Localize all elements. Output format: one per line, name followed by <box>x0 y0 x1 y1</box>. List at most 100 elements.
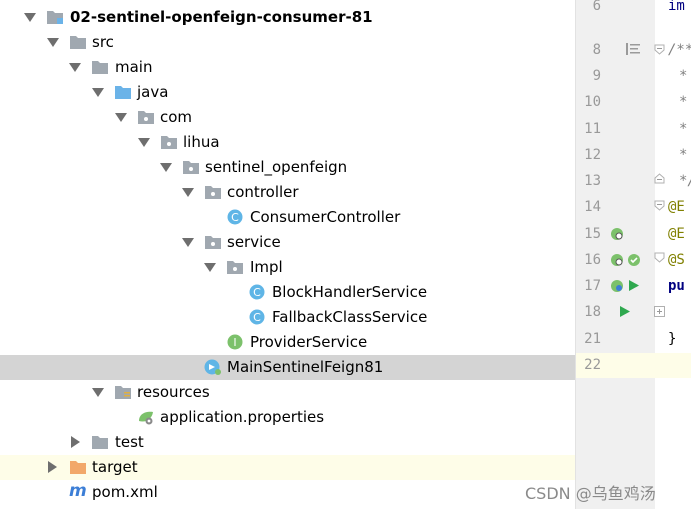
source-folder-icon <box>115 86 131 99</box>
fold-icon[interactable] <box>654 173 665 184</box>
tree-item-fallback-class-service[interactable]: C FallbackClassService <box>0 305 575 330</box>
chevron-down-icon[interactable] <box>160 163 172 172</box>
svg-text:C: C <box>253 311 261 324</box>
watermark: CSDN @乌鱼鸡汤 <box>525 484 656 503</box>
code-line: * <box>679 147 688 163</box>
chevron-down-icon[interactable] <box>92 88 104 97</box>
tree-item-target[interactable]: target <box>0 455 575 480</box>
line-number: 6 <box>592 0 601 14</box>
package-icon <box>227 261 243 274</box>
code-line: @S <box>668 252 685 268</box>
chevron-down-icon[interactable] <box>24 13 36 22</box>
chevron-down-icon[interactable] <box>182 188 194 197</box>
fold-icon[interactable] <box>654 200 665 211</box>
tree-item-label: service <box>227 233 281 251</box>
tree-item-provider-service[interactable]: I ProviderService <box>0 330 575 355</box>
svg-text:I: I <box>233 336 236 349</box>
chevron-down-icon[interactable] <box>69 63 81 72</box>
chevron-down-icon[interactable] <box>115 113 127 122</box>
tree-item-label: com <box>160 108 193 126</box>
code-line: pu <box>668 278 685 294</box>
tree-item-project-root[interactable]: 02-sentinel-openfeign-consumer-81 <box>0 5 575 30</box>
package-icon <box>138 111 154 124</box>
tree-item-com[interactable]: com <box>0 105 575 130</box>
code-line: * <box>679 121 688 137</box>
class-icon: C <box>249 284 265 300</box>
line-number: 9 <box>592 68 601 84</box>
tree-item-src[interactable]: src <box>0 30 575 55</box>
chevron-down-icon[interactable] <box>204 263 216 272</box>
tree-item-label: src <box>92 33 114 51</box>
tree-item-application-properties[interactable]: application.properties <box>0 405 575 430</box>
tree-item-label: Impl <box>250 258 283 276</box>
doc-comment-toggle-icon[interactable] <box>626 43 640 55</box>
spring-bean-icon[interactable] <box>609 278 625 294</box>
spring-boot-class-icon <box>204 359 221 375</box>
tree-item-label: 02-sentinel-openfeign-consumer-81 <box>70 8 373 26</box>
line-number: 8 <box>592 42 601 58</box>
maven-icon: m <box>69 481 87 501</box>
line-number: 15 <box>584 226 601 242</box>
chevron-right-icon[interactable] <box>71 436 80 448</box>
folder-icon <box>92 61 108 74</box>
line-number: 18 <box>584 304 601 320</box>
svg-text:C: C <box>231 211 239 224</box>
package-icon <box>205 186 221 199</box>
line-number: 14 <box>584 199 601 215</box>
tree-item-controller[interactable]: controller <box>0 180 575 205</box>
chevron-down-icon[interactable] <box>182 238 194 247</box>
tree-item-lihua[interactable]: lihua <box>0 130 575 155</box>
spring-config-icon[interactable] <box>626 252 642 268</box>
tree-item-test[interactable]: test <box>0 430 575 455</box>
tree-item-main-sentinel-feign81[interactable]: MainSentinelFeign81 <box>0 355 575 380</box>
chevron-right-icon[interactable] <box>48 461 57 473</box>
run-icon[interactable] <box>619 305 631 318</box>
spring-bean-icon[interactable] <box>609 226 625 242</box>
tree-item-main[interactable]: main <box>0 55 575 80</box>
line-number: 22 <box>584 357 601 373</box>
tree-item-resources[interactable]: resources <box>0 380 575 405</box>
package-icon <box>183 161 199 174</box>
tree-item-impl[interactable]: Impl <box>0 255 575 280</box>
chevron-down-icon[interactable] <box>138 138 150 147</box>
chevron-down-icon[interactable] <box>92 388 104 397</box>
tree-item-java[interactable]: java <box>0 80 575 105</box>
fold-icon[interactable] <box>654 252 665 263</box>
line-number: 16 <box>584 252 601 268</box>
code-line: } <box>668 331 677 347</box>
code-line: @E <box>668 199 685 215</box>
spring-bean-icon[interactable] <box>609 252 625 268</box>
line-number: 11 <box>584 121 601 137</box>
package-icon <box>205 236 221 249</box>
tree-item-consumer-controller[interactable]: C ConsumerController <box>0 205 575 230</box>
folder-icon <box>70 36 86 49</box>
folded-code-icon[interactable] <box>654 306 665 317</box>
tree-item-label: controller <box>227 183 299 201</box>
class-icon: C <box>227 209 243 225</box>
folder-icon <box>92 436 108 449</box>
tree-item-sentinel-openfeign[interactable]: sentinel_openfeign <box>0 155 575 180</box>
line-number: 10 <box>584 94 601 110</box>
tree-item-label: BlockHandlerService <box>272 283 428 301</box>
run-icon[interactable] <box>628 279 640 292</box>
code-line: /** <box>668 42 691 58</box>
tree-item-pom-xml[interactable]: m pom.xml <box>0 480 575 505</box>
class-icon: C <box>249 309 265 325</box>
code-line: * <box>679 68 688 84</box>
line-number: 17 <box>584 278 601 294</box>
line-number: 21 <box>584 331 601 347</box>
chevron-down-icon[interactable] <box>47 38 59 47</box>
tree-item-label: MainSentinelFeign81 <box>227 358 384 376</box>
tree-item-label: main <box>115 58 153 76</box>
tree-item-label: lihua <box>183 133 220 151</box>
code-line: */ <box>679 173 691 189</box>
fold-icon[interactable] <box>654 44 665 55</box>
tree-item-label: test <box>115 433 144 451</box>
excluded-folder-icon <box>70 461 86 474</box>
tree-item-service[interactable]: service <box>0 230 575 255</box>
tree-item-label: target <box>92 458 138 476</box>
tree-item-block-handler-service[interactable]: C BlockHandlerService <box>0 280 575 305</box>
line-number: 12 <box>584 147 601 163</box>
project-tree-panel: 02-sentinel-openfeign-consumer-81 src ma… <box>0 0 575 509</box>
interface-icon: I <box>227 334 243 350</box>
